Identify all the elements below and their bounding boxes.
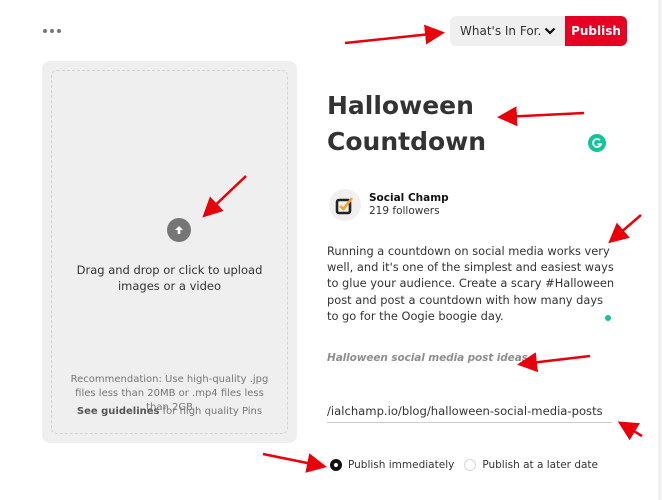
upload-prompt: Drag and drop or click to upload images … <box>76 263 263 293</box>
profile: Social Champ 219 followers <box>329 189 449 221</box>
more-dot <box>50 29 54 33</box>
annotation-arrow <box>517 352 591 373</box>
profile-name: Social Champ <box>369 192 449 204</box>
more-dot <box>57 29 61 33</box>
see-guidelines-link[interactable]: See guidelines <box>77 406 160 417</box>
guidelines-line: See guidelines for high quality Pins <box>52 406 287 417</box>
chevron-down-icon <box>541 22 559 40</box>
radio-checked-icon <box>330 459 342 471</box>
grammarly-icon[interactable] <box>588 134 606 152</box>
avatar <box>329 189 361 221</box>
publish-later-radio[interactable]: Publish at a later date <box>464 459 598 471</box>
publish-immediately-radio[interactable]: Publish immediately <box>330 459 454 471</box>
more-options-button[interactable] <box>40 24 64 38</box>
guidelines-suffix: for high quality Pins <box>159 406 263 417</box>
top-actions: What's In For... Publish <box>450 16 627 46</box>
radio-unchecked-icon <box>464 459 477 471</box>
pin-title-input[interactable]: Halloween Countdown <box>327 88 587 160</box>
checkbox-logo-icon <box>335 197 354 215</box>
annotation-arrow <box>262 452 327 473</box>
upload-arrow-icon <box>167 218 191 242</box>
publish-options: Publish immediately Publish at a later d… <box>330 459 608 471</box>
scroll-track <box>658 0 662 500</box>
upload-card: Drag and drop or click to upload images … <box>42 61 297 443</box>
annotation-arrow <box>344 24 445 45</box>
annotation-arrow <box>617 421 643 441</box>
more-horizontal-icon <box>43 29 47 33</box>
publish-later-label: Publish at a later date <box>482 459 599 471</box>
board-select[interactable]: What's In For... <box>450 16 565 46</box>
pin-description-input[interactable]: Running a countdown on social media work… <box>327 243 617 324</box>
grammarly-status-dot-icon <box>605 315 611 321</box>
annotation-arrow <box>608 214 642 244</box>
destination-link-input[interactable] <box>327 399 612 423</box>
publish-immediately-label: Publish immediately <box>348 459 455 471</box>
upload-dropzone[interactable]: Drag and drop or click to upload images … <box>51 70 288 434</box>
publish-button[interactable]: Publish <box>565 16 627 46</box>
alt-text-input[interactable]: Halloween social media post ideas <box>327 352 528 364</box>
profile-followers: 219 followers <box>369 205 440 217</box>
board-select-value: What's In For... <box>460 24 541 38</box>
